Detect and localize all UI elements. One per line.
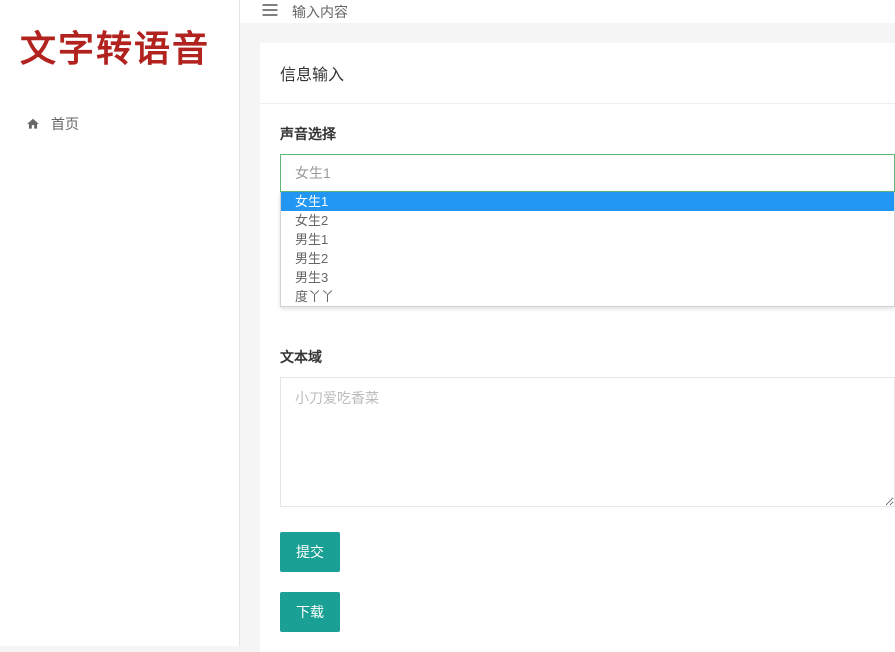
voice-option-3[interactable]: 男生2 xyxy=(281,249,894,268)
voice-select-display[interactable]: 女生1 xyxy=(280,154,895,192)
form-card: 信息输入 声音选择 女生1 女生1 女生2 男生1 男生2 男生3 度丫丫 文本… xyxy=(260,43,895,652)
sidebar-item-home[interactable]: 首页 xyxy=(0,102,239,146)
text-input[interactable] xyxy=(280,377,895,507)
main-area: 输入内容 信息输入 声音选择 女生1 女生1 女生2 男生1 男生2 男生3 度… xyxy=(240,0,895,646)
download-button[interactable]: 下载 xyxy=(280,592,340,632)
voice-option-1[interactable]: 女生2 xyxy=(281,211,894,230)
text-area-label: 文本域 xyxy=(280,347,895,367)
voice-select[interactable]: 女生1 女生1 女生2 男生1 男生2 男生3 度丫丫 xyxy=(280,154,895,192)
voice-select-label: 声音选择 xyxy=(280,124,895,144)
sidebar: 文字转语音 首页 xyxy=(0,0,240,646)
download-row: 下载 xyxy=(280,572,895,632)
card-body: 声音选择 女生1 女生1 女生2 男生1 男生2 男生3 度丫丫 文本域 xyxy=(260,104,895,652)
breadcrumb: 输入内容 xyxy=(292,2,348,22)
card-title: 信息输入 xyxy=(260,43,895,104)
voice-option-4[interactable]: 男生3 xyxy=(281,268,894,287)
text-field-group: 文本域 xyxy=(280,347,895,512)
submit-button[interactable]: 提交 xyxy=(280,532,340,572)
sidebar-nav: 首页 xyxy=(0,92,239,156)
menu-icon[interactable] xyxy=(260,0,280,23)
app-logo: 文字转语音 xyxy=(0,0,239,92)
voice-dropdown: 女生1 女生2 男生1 男生2 男生3 度丫丫 xyxy=(280,192,895,307)
topbar: 输入内容 xyxy=(240,0,895,23)
sidebar-item-label: 首页 xyxy=(51,114,79,134)
voice-option-0[interactable]: 女生1 xyxy=(281,192,894,211)
voice-option-5[interactable]: 度丫丫 xyxy=(281,287,894,306)
home-icon xyxy=(25,116,41,132)
submit-row: 提交 xyxy=(280,512,895,572)
voice-option-2[interactable]: 男生1 xyxy=(281,230,894,249)
content-area: 信息输入 声音选择 女生1 女生1 女生2 男生1 男生2 男生3 度丫丫 文本… xyxy=(240,23,895,652)
